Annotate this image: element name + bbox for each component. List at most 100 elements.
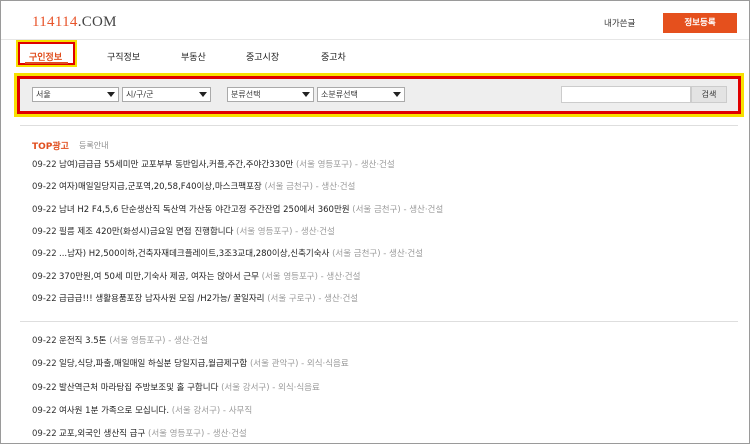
list-item-location: (서울 강서구): [171, 405, 221, 416]
logo-domain: .COM: [77, 14, 117, 30]
list-item-location: (서울 금천구): [352, 204, 401, 215]
list-item-title[interactable]: ...남자) H2,500이하,건축자재데크플레이트,3조3교대,280이상,신…: [59, 249, 329, 259]
list-item[interactable]: 09-22 ...남자) H2,500이하,건축자재데크플레이트,3조3교대,28…: [32, 247, 423, 261]
list-item[interactable]: 09-22 여자)매일일당지급,군포역,20,58,F40이상,마스크팩포장 (서…: [32, 180, 355, 194]
list-item-category: 외식·식음료: [306, 359, 349, 370]
registration-guide-link[interactable]: 등록안내: [79, 140, 108, 151]
chevron-down-icon: [199, 92, 207, 97]
subcategory-select[interactable]: 소분류선택: [317, 87, 405, 102]
active-tab-underline: [25, 62, 68, 64]
list-item-category: 생산·건설: [324, 293, 359, 304]
list-item-separator: -: [295, 226, 299, 237]
list-item[interactable]: 09-22 발산역근처 마라탕집 주방보조및 홀 구합니다 (서울 강서구) - …: [32, 381, 320, 395]
list-item-location: (서울 구로구): [267, 293, 316, 304]
list-item-separator: -: [168, 336, 172, 346]
list-item-date: 09-22: [32, 293, 57, 304]
list-item-category: 생산·건설: [173, 336, 208, 346]
list-item-title[interactable]: 필름 제조 420만(화성시)금요일 면접 진행합니다: [59, 227, 233, 237]
list-item-title[interactable]: 남녀 H2 F4,5,6 단순생산직 독산역 가산동 야간고정 주간잔업 250…: [59, 205, 350, 215]
list-item-title[interactable]: 발산역근처 마라탕집 주방보조및 홀 구합니다: [59, 383, 218, 393]
list-item[interactable]: 09-22 급급급!!! 생활용품포장 남자사원 모집 /H2가능/ 꿀일자리 (…: [32, 292, 358, 306]
chevron-down-icon: [107, 92, 115, 97]
list-item[interactable]: 09-22 남여)급급급 55세미만 교포부부 동반입사,커플,주간,주야간330…: [32, 158, 395, 172]
list-item-location: (서울 영등포구): [261, 271, 318, 282]
list-item-category: 생산·건설: [409, 204, 444, 215]
chevron-down-icon: [302, 92, 310, 97]
list-item-location: (서울 영등포구): [109, 336, 166, 346]
search-button[interactable]: 검색: [691, 86, 727, 103]
my-posts-link[interactable]: 내가쓴글: [604, 17, 635, 29]
list-item-separator: -: [383, 249, 387, 260]
list-item-date: 09-22: [32, 359, 57, 370]
list-item[interactable]: 09-22 필름 제조 420만(화성시)금요일 면접 진행합니다 (서울 영등포…: [32, 225, 335, 239]
list-item[interactable]: 09-22 370만원,여 50세 미만,기숙사 제공, 여자는 앉아서 근무 (…: [32, 270, 360, 284]
district-select-value: 시/구/군: [126, 90, 154, 99]
list-item-date: 09-22: [32, 336, 57, 346]
list-item-title[interactable]: 급급급!!! 생활용품포장 남자사원 모집 /H2가능/ 꿀일자리: [59, 294, 264, 304]
chevron-down-icon: [393, 92, 401, 97]
list-item-date: 09-22: [32, 226, 57, 237]
list-item-location: (서울 금천구): [332, 249, 381, 260]
tab-used-cars[interactable]: 중고차: [321, 50, 346, 63]
region-select[interactable]: 서울: [32, 87, 119, 102]
list-item-separator: -: [403, 204, 407, 215]
list-item-title[interactable]: 남여)급급급 55세미만 교포부부 동반입사,커플,주간,주야간330만: [59, 160, 293, 170]
logo-number: 114114: [32, 14, 78, 30]
search-input[interactable]: [561, 86, 691, 103]
list-item-separator: -: [354, 160, 358, 170]
top-ads-title: TOP광고: [32, 142, 69, 152]
list-item-category: 외식·식음료: [278, 382, 320, 393]
list-item-location: (서울 영등포구): [148, 429, 205, 440]
list-item-separator: -: [320, 271, 324, 282]
list-item-separator: -: [222, 405, 226, 416]
site-header: 114114.COM 내가쓴글 정보등록: [1, 1, 749, 40]
list-item[interactable]: 09-22 일당,식당,파출,매일매일 하실분 당일지급,월급제구함 (서울 관악…: [32, 357, 349, 371]
list-item-category: 생산·건설: [389, 249, 423, 260]
list-item-date: 09-22: [32, 160, 57, 170]
list-item-category: 생산·건설: [360, 160, 395, 170]
site-logo[interactable]: 114114.COM: [32, 14, 117, 31]
list-item-location: (서울 강서구): [221, 382, 270, 393]
list-item-date: 09-22: [32, 405, 57, 416]
list-item[interactable]: 09-22 여사원 1분 가족으로 모십니다. (서울 강서구) - 사무직: [32, 404, 252, 418]
list-item-category: 생산·건설: [321, 182, 356, 193]
list-item-date: 09-22: [32, 204, 57, 215]
list-item-separator: -: [318, 293, 322, 304]
list-item[interactable]: 09-22 남녀 H2 F4,5,6 단순생산직 독산역 가산동 야간고정 주간잔…: [32, 203, 443, 217]
list-item-separator: -: [206, 429, 211, 440]
list-item-date: 09-22: [32, 249, 57, 260]
register-post-button[interactable]: 정보등록: [663, 13, 737, 33]
tab-job-seekers[interactable]: 구직정보: [107, 50, 140, 63]
list-item-separator: -: [272, 382, 276, 393]
list-item[interactable]: 09-22 교포,외국인 생산직 급구 (서울 영등포구) - 생산·건설: [32, 427, 247, 441]
list-item-category: 생산·건설: [212, 429, 247, 440]
list-item-title[interactable]: 일당,식당,파출,매일매일 하실분 당일지급,월급제구함: [59, 359, 247, 369]
list-item-date: 09-22: [32, 382, 57, 393]
content-top-divider: [20, 125, 738, 126]
list-item-title[interactable]: 여자)매일일당지급,군포역,20,58,F40이상,마스크팩포장: [59, 182, 262, 192]
browser-page: 114114.COM 내가쓴글 정보등록 구인정보 구직정보 부동산 중고시장 …: [0, 0, 750, 444]
list-item-category: 사무직: [228, 405, 253, 416]
district-select[interactable]: 시/구/군: [122, 87, 211, 102]
list-item[interactable]: 09-22 운전직 3.5톤 (서울 영등포구) - 생산·건설: [32, 334, 208, 348]
list-item-location: (서울 영등포구): [236, 226, 293, 237]
list-item-location: (서울 관악구): [249, 359, 299, 370]
list-item-separator: -: [301, 359, 305, 370]
list-item-date: 09-22: [32, 429, 57, 440]
category-select-value: 분류선택: [231, 90, 261, 99]
list-item-date: 09-22: [32, 271, 57, 282]
tab-used-market[interactable]: 중고시장: [246, 50, 279, 63]
list-item-title[interactable]: 교포,외국인 생산직 급구: [59, 429, 145, 439]
list-item-title[interactable]: 운전직 3.5톤: [59, 336, 107, 346]
list-item-category: 생산·건설: [300, 226, 335, 237]
region-select-value: 서울: [36, 90, 51, 99]
list-item-title[interactable]: 370만원,여 50세 미만,기숙사 제공, 여자는 앉아서 근무: [59, 272, 259, 282]
category-select[interactable]: 분류선택: [227, 87, 314, 102]
tab-real-estate[interactable]: 부동산: [181, 50, 206, 63]
list-item-separator: -: [315, 182, 319, 193]
list-item-category: 생산·건설: [326, 271, 361, 282]
list-item-location: (서울 영등포구): [295, 160, 353, 170]
list-item-title[interactable]: 여사원 1분 가족으로 모십니다.: [59, 406, 169, 416]
subcategory-select-value: 소분류선택: [321, 90, 358, 99]
category-nav: 구인정보 구직정보 부동산 중고시장 중고차: [1, 40, 749, 72]
